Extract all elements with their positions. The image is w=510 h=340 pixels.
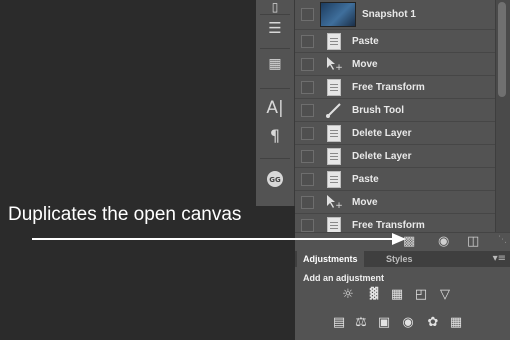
tab-adjustments[interactable]: Adjustments xyxy=(297,251,364,267)
history-row-label: Paste xyxy=(352,35,379,47)
document-icon xyxy=(325,32,343,50)
move-tool-icon: + xyxy=(325,55,343,73)
document-icon xyxy=(325,147,343,165)
brightness-icon[interactable]: ☼ xyxy=(339,287,357,302)
history-row[interactable]: + Move xyxy=(295,53,495,76)
snapshot-thumbnail xyxy=(320,2,356,27)
create-snapshot-icon[interactable]: ◉ xyxy=(438,234,449,249)
history-row-checkbox[interactable] xyxy=(301,34,314,48)
move-tool-icon: + xyxy=(325,193,343,211)
history-row-label: Free Transform xyxy=(352,219,425,231)
strip-divider xyxy=(260,158,290,159)
levels-icon[interactable]: ▓ xyxy=(365,287,383,300)
black-white-icon[interactable]: ▣ xyxy=(375,315,393,330)
snapshot-label: Snapshot 1 xyxy=(362,9,416,20)
exposure-icon[interactable]: ◰ xyxy=(412,287,430,302)
character-icon[interactable]: A| xyxy=(256,98,294,118)
history-row-checkbox[interactable] xyxy=(301,218,314,232)
history-row-label: Paste xyxy=(352,173,379,185)
history-row[interactable]: + Move xyxy=(295,191,495,214)
tab-styles[interactable]: Styles xyxy=(380,251,419,267)
color-lookup-icon[interactable]: ▦ xyxy=(447,315,465,330)
history-row-label: Move xyxy=(352,196,378,208)
history-row-label: Delete Layer xyxy=(352,150,412,162)
history-row-checkbox[interactable] xyxy=(301,149,314,163)
vibrance-icon[interactable]: ▽ xyxy=(436,287,454,302)
document-icon xyxy=(325,216,343,232)
brush-icon xyxy=(325,101,343,119)
history-row[interactable]: Brush Tool xyxy=(295,99,495,122)
history-row[interactable]: Delete Layer xyxy=(295,145,495,168)
history-panel: Snapshot 1 Paste + Move Free Transform Brush… xyxy=(295,0,495,232)
history-row[interactable]: Paste xyxy=(295,168,495,191)
color-balance-icon[interactable]: ⚖ xyxy=(352,315,370,330)
curves-icon[interactable]: ▦ xyxy=(388,287,406,302)
history-row[interactable]: Paste xyxy=(295,30,495,53)
history-row-checkbox[interactable] xyxy=(301,103,314,117)
history-row-checkbox[interactable] xyxy=(301,172,314,186)
photo-filter-icon[interactable]: ◉ xyxy=(399,315,417,330)
strip-divider xyxy=(260,88,290,89)
snapshot-checkbox[interactable] xyxy=(301,8,314,21)
adjustments-panel: Adjustments Styles ▾≡ Add an adjustment … xyxy=(295,251,510,340)
brush-presets-icon[interactable]: ☰ xyxy=(256,19,294,37)
document-icon xyxy=(325,124,343,142)
hue-saturation-icon[interactable]: ▤ xyxy=(330,315,348,330)
svg-text:+: + xyxy=(335,201,343,210)
history-row-checkbox[interactable] xyxy=(301,80,314,94)
scrollbar-thumb[interactable] xyxy=(498,2,506,97)
history-row[interactable]: Free Transform xyxy=(295,214,495,232)
panel-tabs: Adjustments Styles ▾≡ xyxy=(295,251,510,267)
panel-menu-icon[interactable]: ▾≡ xyxy=(493,253,506,264)
history-row-label: Free Transform xyxy=(352,81,425,93)
trash-icon[interactable]: ◫ xyxy=(467,234,479,249)
history-row[interactable]: Free Transform xyxy=(295,76,495,99)
svg-text:GG: GG xyxy=(269,176,281,184)
add-adjustment-title: Add an adjustment xyxy=(303,273,385,283)
panel-dock-strip: ▯ ☰ ▦ A| ¶ GG xyxy=(256,0,295,206)
history-snapshot-row[interactable]: Snapshot 1 xyxy=(295,0,495,30)
paragraph-icon[interactable]: ¶ xyxy=(256,126,294,145)
history-row-checkbox[interactable] xyxy=(301,126,314,140)
stamp-icon[interactable]: ▯ xyxy=(256,0,294,14)
resize-grip-icon[interactable]: ⋱ xyxy=(498,235,507,245)
history-row-checkbox[interactable] xyxy=(301,195,314,209)
history-row-label: Delete Layer xyxy=(352,127,412,139)
history-row-label: Brush Tool xyxy=(352,104,405,116)
document-icon xyxy=(325,78,343,96)
document-icon xyxy=(325,170,343,188)
history-row[interactable]: Delete Layer xyxy=(295,122,495,145)
annotation-label: Duplicates the open canvas xyxy=(8,204,242,225)
history-row-checkbox[interactable] xyxy=(301,57,314,71)
glyphs-icon[interactable]: GG xyxy=(256,170,294,192)
history-row-label: Move xyxy=(352,58,378,70)
strip-divider xyxy=(260,14,290,15)
channel-mixer-icon[interactable]: ✿ xyxy=(424,315,442,330)
strip-divider xyxy=(260,48,290,49)
annotation-arrow xyxy=(32,233,406,245)
svg-text:+: + xyxy=(335,63,343,72)
clone-source-icon[interactable]: ▦ xyxy=(256,56,294,72)
